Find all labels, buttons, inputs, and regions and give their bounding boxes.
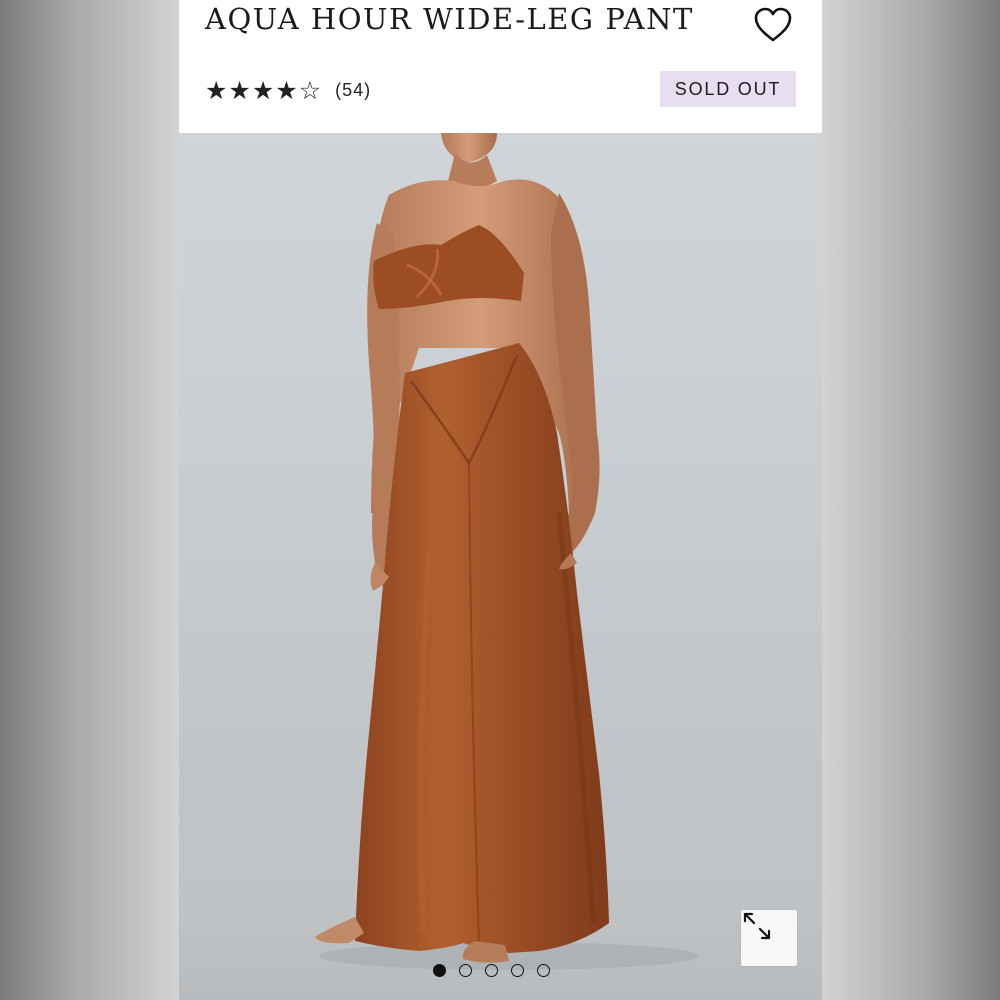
expand-arrows-icon — [743, 912, 771, 940]
star-empty-icon: ☆ — [298, 76, 322, 105]
star-rating: ★ ★ ★ ★ ☆ — [205, 78, 321, 103]
review-count[interactable]: (54) — [335, 80, 371, 101]
product-image[interactable] — [179, 133, 822, 1000]
left-blur-frame — [0, 0, 179, 1000]
product-title: AQUA HOUR WIDE-LEG PANT — [205, 2, 694, 36]
product-header: AQUA HOUR WIDE-LEG PANT ★ ★ ★ ★ ☆ (54) SOLD … — [179, 0, 822, 133]
carousel-dot[interactable] — [459, 964, 472, 977]
star-filled-icon: ★ — [275, 76, 298, 105]
expand-button[interactable] — [741, 910, 797, 966]
model-photo — [179, 133, 822, 1000]
star-filled-icon: ★ — [228, 76, 251, 105]
rating-row[interactable]: ★ ★ ★ ★ ☆ (54) — [205, 78, 371, 103]
right-blur-frame — [822, 0, 1000, 1000]
product-card: AQUA HOUR WIDE-LEG PANT ★ ★ ★ ★ ☆ (54) SOLD … — [179, 0, 822, 1000]
sold-out-badge: SOLD OUT — [660, 71, 796, 107]
carousel-dot[interactable] — [511, 964, 524, 977]
star-filled-icon: ★ — [205, 76, 228, 105]
carousel-dot[interactable] — [433, 964, 446, 977]
carousel-dot[interactable] — [537, 964, 550, 977]
heart-icon[interactable] — [753, 6, 793, 44]
carousel-pagination — [433, 964, 550, 977]
carousel-dot[interactable] — [485, 964, 498, 977]
star-filled-icon: ★ — [251, 76, 275, 105]
